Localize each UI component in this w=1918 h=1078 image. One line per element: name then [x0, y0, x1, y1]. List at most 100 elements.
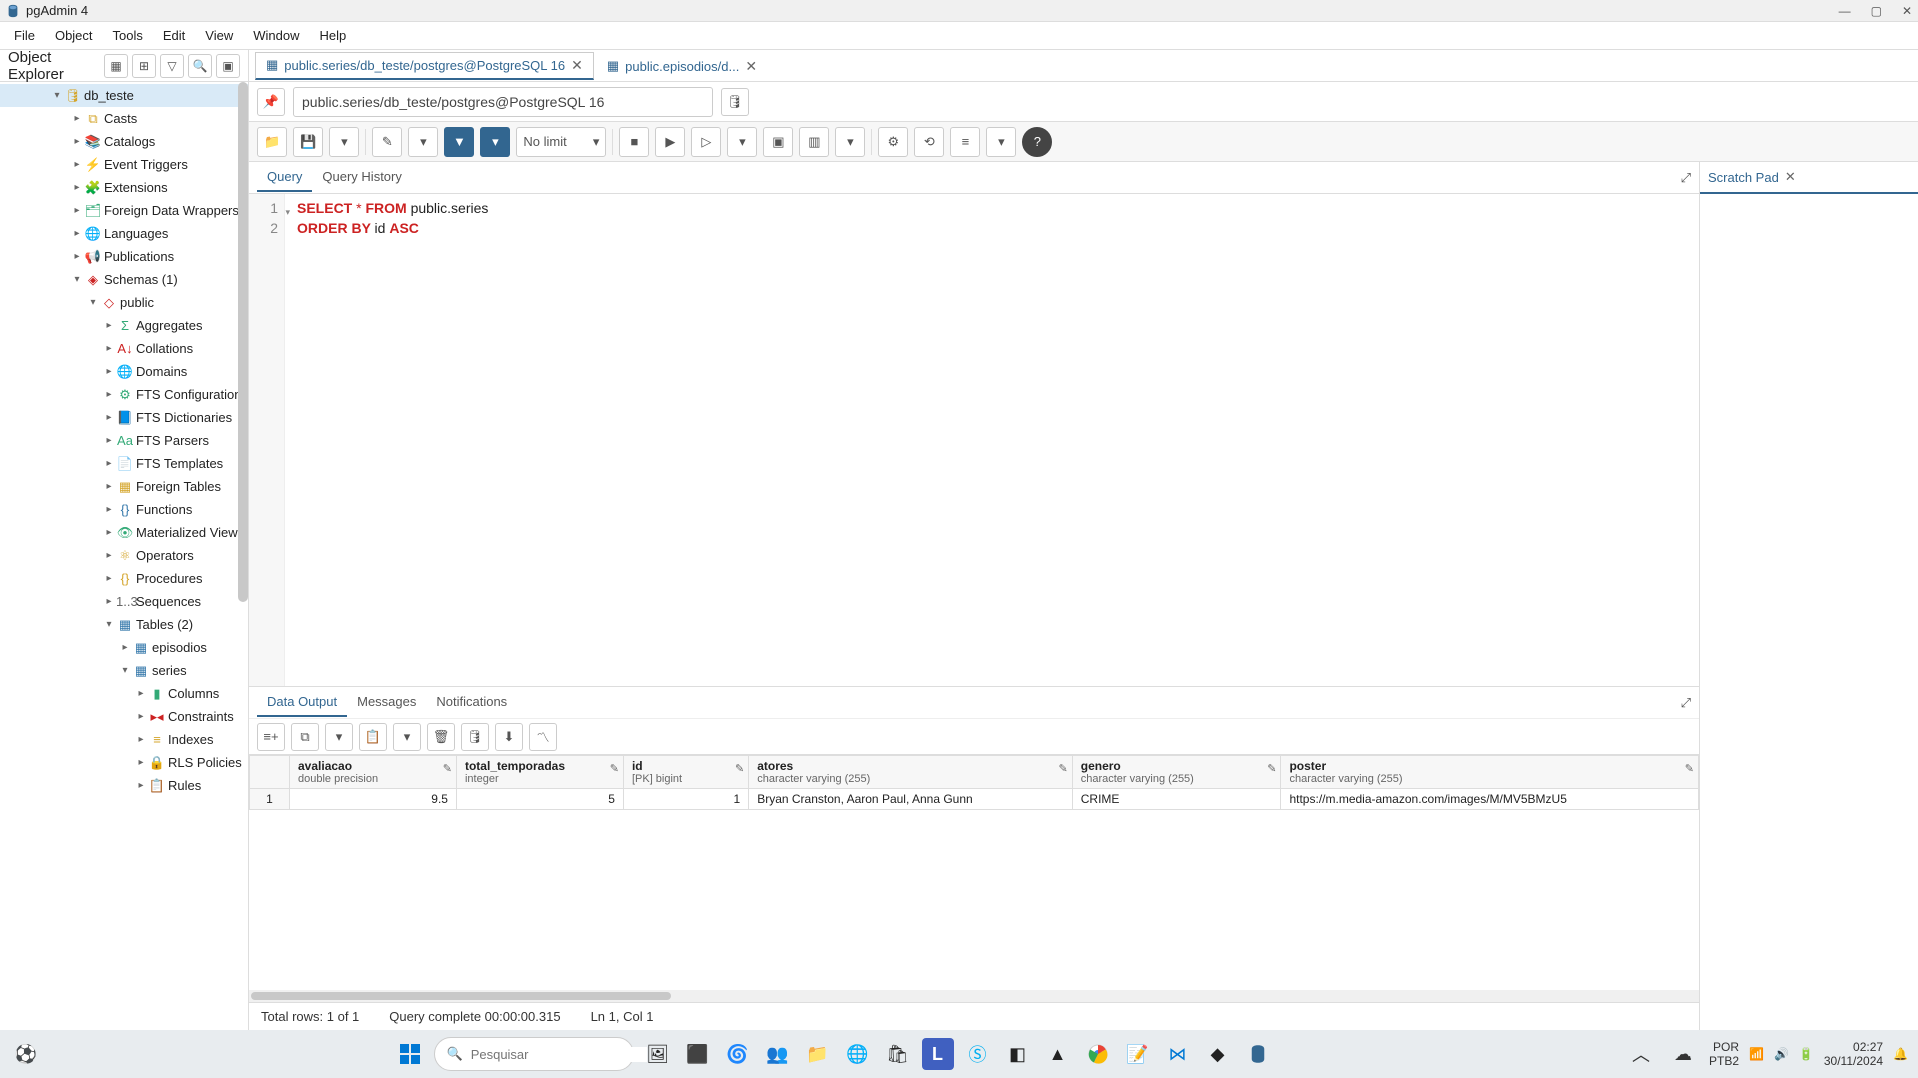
save-data-button[interactable]: 🛢 [461, 723, 489, 751]
tree-item[interactable]: ▸⚡Event Triggers [0, 153, 248, 176]
column-header[interactable]: total_temporadasinteger✎ [456, 756, 623, 789]
tree-arrow-icon[interactable]: ▸ [102, 412, 116, 423]
menu-edit[interactable]: Edit [153, 24, 195, 47]
taskbar-store-icon[interactable]: 🛍 [882, 1038, 914, 1070]
tree-item[interactable]: ▾◇public [0, 291, 248, 314]
taskbar-chrome-icon[interactable] [1082, 1038, 1114, 1070]
rollback-dropdown[interactable]: ▾ [835, 127, 865, 157]
tree-item[interactable]: ▸{}Functions [0, 498, 248, 521]
rollback-button[interactable]: ▥ [799, 127, 829, 157]
tree-arrow-icon[interactable]: ▸ [102, 527, 116, 538]
results-expand-icon[interactable]: ⤢ [1681, 695, 1691, 711]
taskbar-skype-icon[interactable]: Ⓢ [962, 1038, 994, 1070]
tree-arrow-icon[interactable]: ▸ [70, 182, 84, 193]
tree-item[interactable]: ▸📘FTS Dictionaries [0, 406, 248, 429]
tree-item[interactable]: ▸⧉Casts [0, 107, 248, 130]
edit-column-icon[interactable]: ✎ [1267, 762, 1276, 775]
taskbar-widget-icon[interactable]: 🖼 [642, 1038, 674, 1070]
tree-arrow-icon[interactable]: ▸ [134, 734, 148, 745]
connection-db-icon[interactable]: 🛢 [721, 88, 749, 116]
tree-arrow-icon[interactable]: ▸ [118, 642, 132, 653]
tree-arrow-icon[interactable]: ▸ [70, 113, 84, 124]
tree-scrollbar[interactable] [238, 82, 248, 1030]
tree-item[interactable]: ▸📋Rules [0, 774, 248, 797]
tree-item[interactable]: ▾▦series [0, 659, 248, 682]
window-minimize-button[interactable]: — [1839, 4, 1851, 18]
tree-arrow-icon[interactable]: ▸ [102, 366, 116, 377]
taskbar-app-l-icon[interactable]: L [922, 1038, 954, 1070]
taskbar-copilot-icon[interactable]: 🌀 [722, 1038, 754, 1070]
tree-item[interactable]: ▾🛢db_teste [0, 84, 248, 107]
copy-button[interactable]: ⧉ [291, 723, 319, 751]
tree-item[interactable]: ▸▦Foreign Tables [0, 475, 248, 498]
desktop-soccer-icon[interactable]: ⚽ [10, 1038, 42, 1070]
tree-item[interactable]: ▸⚙FTS Configurations [0, 383, 248, 406]
table-row[interactable]: 19.551Bryan Cranston, Aaron Paul, Anna G… [250, 789, 1699, 810]
tree-item[interactable]: ▸🔒RLS Policies [0, 751, 248, 774]
edit-dropdown[interactable]: ▾ [408, 127, 438, 157]
tree-arrow-icon[interactable]: ▸ [70, 136, 84, 147]
tree-item[interactable]: ▸🌐Domains [0, 360, 248, 383]
grid-horizontal-scrollbar[interactable] [249, 990, 1699, 1002]
tree-item[interactable]: ▸⚛Operators [0, 544, 248, 567]
tree-arrow-icon[interactable]: ▸ [102, 458, 116, 469]
edit-column-icon[interactable]: ✎ [443, 762, 452, 775]
explorer-terminal-icon[interactable]: ▣ [216, 54, 240, 78]
tree-item[interactable]: ▸📄FTS Templates [0, 452, 248, 475]
tree-arrow-icon[interactable]: ▸ [134, 780, 148, 791]
list-button[interactable]: ≡ [950, 127, 980, 157]
chart-button[interactable]: 〽 [529, 723, 557, 751]
column-header[interactable]: avaliacaodouble precision✎ [290, 756, 457, 789]
tree-arrow-icon[interactable]: ▸ [102, 573, 116, 584]
taskbar-vscode-icon[interactable]: ⋈ [1162, 1038, 1194, 1070]
messages-tab[interactable]: Messages [347, 688, 426, 717]
tree-arrow-icon[interactable]: ▸ [134, 757, 148, 768]
start-button[interactable] [394, 1038, 426, 1070]
open-file-button[interactable]: 📁 [257, 127, 287, 157]
explorer-filter-icon[interactable]: ▦ [104, 54, 128, 78]
clear-button[interactable]: ⟲ [914, 127, 944, 157]
explorer-funnel-icon[interactable]: ▽ [160, 54, 184, 78]
tray-battery-icon[interactable]: 🔋 [1799, 1047, 1814, 1061]
fold-icon[interactable]: ▾ [285, 202, 290, 222]
tree-item[interactable]: ▾▦Tables (2) [0, 613, 248, 636]
results-grid[interactable]: avaliacaodouble precision✎total_temporad… [249, 754, 1699, 1002]
save-dropdown[interactable]: ▾ [329, 127, 359, 157]
cell[interactable]: https://m.media-amazon.com/images/M/MV5B… [1281, 789, 1699, 810]
menu-window[interactable]: Window [243, 24, 309, 47]
tree-arrow-icon[interactable]: ▾ [86, 297, 100, 308]
column-header[interactable]: generocharacter varying (255)✎ [1072, 756, 1281, 789]
tray-chevron-icon[interactable]: ︿ [1625, 1038, 1657, 1070]
taskbar-app-icon[interactable]: ▲ [1042, 1038, 1074, 1070]
tree-arrow-icon[interactable]: ▸ [102, 596, 116, 607]
tray-onedrive-icon[interactable]: ☁ [1667, 1038, 1699, 1070]
tree-item[interactable]: ▸🗂Foreign Data Wrappers [0, 199, 248, 222]
tray-volume-icon[interactable]: 🔊 [1774, 1047, 1789, 1061]
filter-dropdown[interactable]: ▾ [480, 127, 510, 157]
window-maximize-button[interactable]: ▢ [1871, 4, 1882, 18]
menu-file[interactable]: File [4, 24, 45, 47]
tree-item[interactable]: ▸ΣAggregates [0, 314, 248, 337]
tray-notifications-icon[interactable]: 🔔 [1893, 1047, 1908, 1061]
cell[interactable]: CRIME [1072, 789, 1281, 810]
execute-button[interactable]: ▶ [655, 127, 685, 157]
paste-dropdown[interactable]: ▾ [393, 723, 421, 751]
tree-arrow-icon[interactable]: ▸ [70, 159, 84, 170]
query-history-tab[interactable]: Query History [312, 163, 411, 192]
edit-button[interactable]: ✎ [372, 127, 402, 157]
tree-arrow-icon[interactable]: ▸ [102, 320, 116, 331]
tree-arrow-icon[interactable]: ▾ [118, 665, 132, 676]
tree-arrow-icon[interactable]: ▸ [102, 481, 116, 492]
add-row-button[interactable]: ≡+ [257, 723, 285, 751]
help-button[interactable]: ? [1022, 127, 1052, 157]
edit-column-icon[interactable]: ✎ [1059, 762, 1068, 775]
menu-help[interactable]: Help [310, 24, 357, 47]
tree-item[interactable]: ▸▮Columns [0, 682, 248, 705]
cell[interactable]: 5 [456, 789, 623, 810]
column-header[interactable]: postercharacter varying (255)✎ [1281, 756, 1699, 789]
tree-arrow-icon[interactable]: ▸ [102, 504, 116, 515]
editor-tab[interactable]: ▦public.series/db_teste/postgres@Postgre… [255, 52, 594, 80]
tree-item[interactable]: ▸{}Procedures [0, 567, 248, 590]
cell[interactable]: 9.5 [290, 789, 457, 810]
macros-button[interactable]: ⚙ [878, 127, 908, 157]
